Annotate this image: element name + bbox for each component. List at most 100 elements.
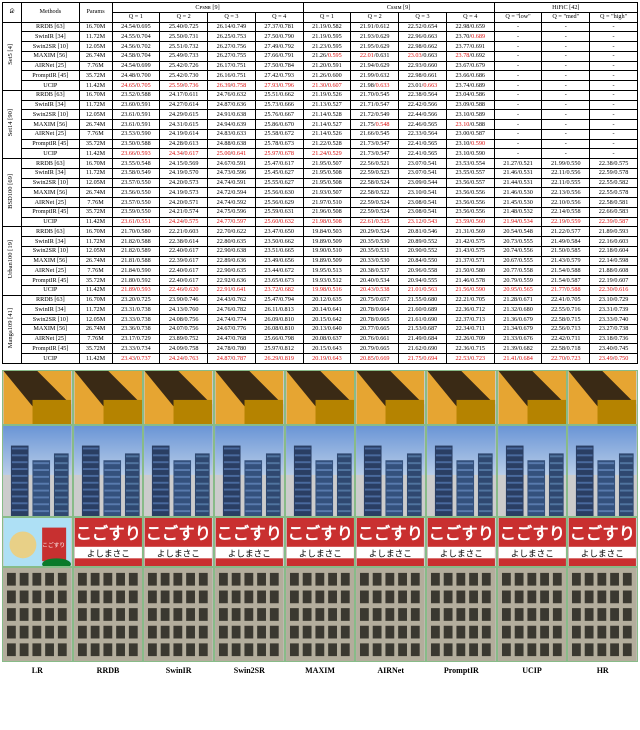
value-cell: 20.40/0.534 [351, 276, 399, 286]
value-cell: 23.56/0.557 [446, 178, 494, 188]
value-cell: 25.73/0.666 [255, 100, 303, 110]
method-cell: PromptIR [45] [22, 207, 80, 217]
image-patch [567, 425, 638, 517]
value-cell: 26.29/0.819 [255, 354, 303, 364]
params-cell: 7.76M [79, 266, 112, 276]
value-cell: 26.08/0.810 [255, 324, 303, 334]
value-cell: - [590, 51, 638, 61]
method-cell: PromptIR [45] [22, 139, 80, 149]
image-patch: こごすり [2, 517, 73, 567]
value-cell: 20.90/0.552 [399, 246, 447, 256]
value-cell: 22.70/0.622 [208, 227, 256, 237]
value-cell: 21.99/0.632 [351, 71, 399, 81]
value-cell: 22.38/0.575 [590, 159, 638, 169]
value-cell: 22.90/0.638 [208, 246, 256, 256]
value-cell: 22.11/0.555 [542, 178, 590, 188]
value-cell: 22.36/0.715 [446, 344, 494, 354]
image-patch [73, 567, 144, 662]
value-cell: 25.49/0.733 [160, 51, 208, 61]
value-cell: - [590, 120, 638, 130]
column-caption: LR [2, 666, 73, 675]
value-cell: 22.98/0.661 [399, 71, 447, 81]
value-cell: 25.45/0.627 [255, 168, 303, 178]
svg-text:よしまさこ: よしまさこ [228, 548, 271, 558]
value-cell: 25.51/0.662 [255, 90, 303, 100]
method-cell: Swin2SR [10] [22, 110, 80, 120]
value-cell: - [542, 139, 590, 149]
params-cell: 11.42M [79, 354, 112, 364]
params-cell: 11.42M [79, 149, 112, 159]
value-cell: 25.60/0.632 [255, 217, 303, 227]
value-cell: 23.09/0.544 [399, 178, 447, 188]
value-cell: 22.36/0.712 [446, 305, 494, 315]
quality-col: Q = 1 [303, 12, 351, 22]
image-patch [285, 567, 356, 662]
value-cell: 22.98/0.659 [446, 22, 494, 32]
method-cell: RRDB [63] [22, 227, 80, 237]
value-cell: 21.56/0.590 [446, 285, 494, 295]
image-patch [426, 425, 497, 517]
image-patch [73, 425, 144, 517]
value-cell: 24.17/0.611 [160, 90, 208, 100]
value-cell: 21.30/0.607 [303, 81, 351, 91]
value-cell: 23.50/0.588 [112, 139, 160, 149]
value-cell: 21.98/0.508 [303, 217, 351, 227]
column-caption: Swin2SR [214, 666, 285, 675]
value-cell: 21.99/0.550 [542, 159, 590, 169]
value-cell: 24.74/0.592 [208, 198, 256, 208]
params-cell: 26.74M [79, 256, 112, 266]
method-cell: SwinIR [34] [22, 168, 80, 178]
value-cell: 22.16/0.603 [590, 237, 638, 247]
value-cell: 21.82/0.589 [112, 246, 160, 256]
value-cell: 23.10/0.589 [446, 110, 494, 120]
value-cell: 23.74/0.689 [446, 81, 494, 91]
value-cell: 23.49/0.750 [590, 354, 638, 364]
params-cell: 16.70M [79, 159, 112, 169]
value-cell: 21.60/0.689 [399, 305, 447, 315]
method-cell: UCIP [22, 217, 80, 227]
value-cell: 24.77/0.597 [208, 217, 256, 227]
value-cell: 24.83/0.633 [208, 129, 256, 139]
svg-text:こごすり: こごすり [146, 524, 211, 543]
value-cell: 26.27/0.755 [208, 51, 256, 61]
value-cell: 26.39/0.758 [208, 81, 256, 91]
value-cell: 25.58/0.672 [255, 129, 303, 139]
value-cell: - [542, 90, 590, 100]
svg-text:よしまさこ: よしまさこ [157, 548, 200, 558]
value-cell: 22.59/0.524 [351, 207, 399, 217]
value-cell: 21.14/0.528 [303, 110, 351, 120]
value-cell: 21.01/0.563 [399, 285, 447, 295]
value-cell: 24.67/0.776 [208, 324, 256, 334]
value-cell: 22.21/0.705 [446, 295, 494, 305]
value-cell: 24.87/0.787 [208, 354, 256, 364]
value-cell: 24.19/0.570 [160, 168, 208, 178]
table-row: AIRNet [25]7.76M23.53/0.59024.19/0.61424… [3, 129, 638, 139]
value-cell: 23.08/0.541 [399, 198, 447, 208]
table-row: MAXIM [56]26.74M23.36/0.73824.07/0.75624… [3, 324, 638, 334]
value-cell: 19.90/0.510 [303, 246, 351, 256]
params-cell: 16.70M [79, 227, 112, 237]
svg-text:よしまさこ: よしまさこ [440, 548, 483, 558]
value-cell: 27.37/0.781 [255, 22, 303, 32]
value-cell: 24.72/0.594 [208, 188, 256, 198]
value-cell: 23.49/0.656 [255, 256, 303, 266]
table-row: Swin2SR [10]12.05M21.82/0.58922.40/0.617… [3, 246, 638, 256]
image-patch [285, 370, 356, 425]
svg-text:よしまさこ: よしまさこ [510, 548, 553, 558]
value-cell: 22.14/0.598 [590, 256, 638, 266]
method-cell: Swin2SR [10] [22, 315, 80, 325]
value-cell: 23.10/0.588 [446, 120, 494, 130]
value-cell: 24.13/0.760 [160, 305, 208, 315]
value-cell: 21.37/0.571 [446, 256, 494, 266]
method-cell: AIRNet [25] [22, 198, 80, 208]
image-patch [355, 370, 426, 425]
column-caption: AIRNet [355, 666, 426, 675]
value-cell: 24.43/0.762 [208, 295, 256, 305]
value-cell: 22.92/0.636 [208, 276, 256, 286]
value-cell: 25.40/0.725 [160, 22, 208, 32]
value-cell: 21.75/0.694 [399, 354, 447, 364]
value-cell: - [542, 71, 590, 81]
value-cell: 20.85/0.669 [351, 354, 399, 364]
value-cell: 24.24/0.763 [160, 354, 208, 364]
quality-col: Q = 1 [112, 12, 160, 22]
